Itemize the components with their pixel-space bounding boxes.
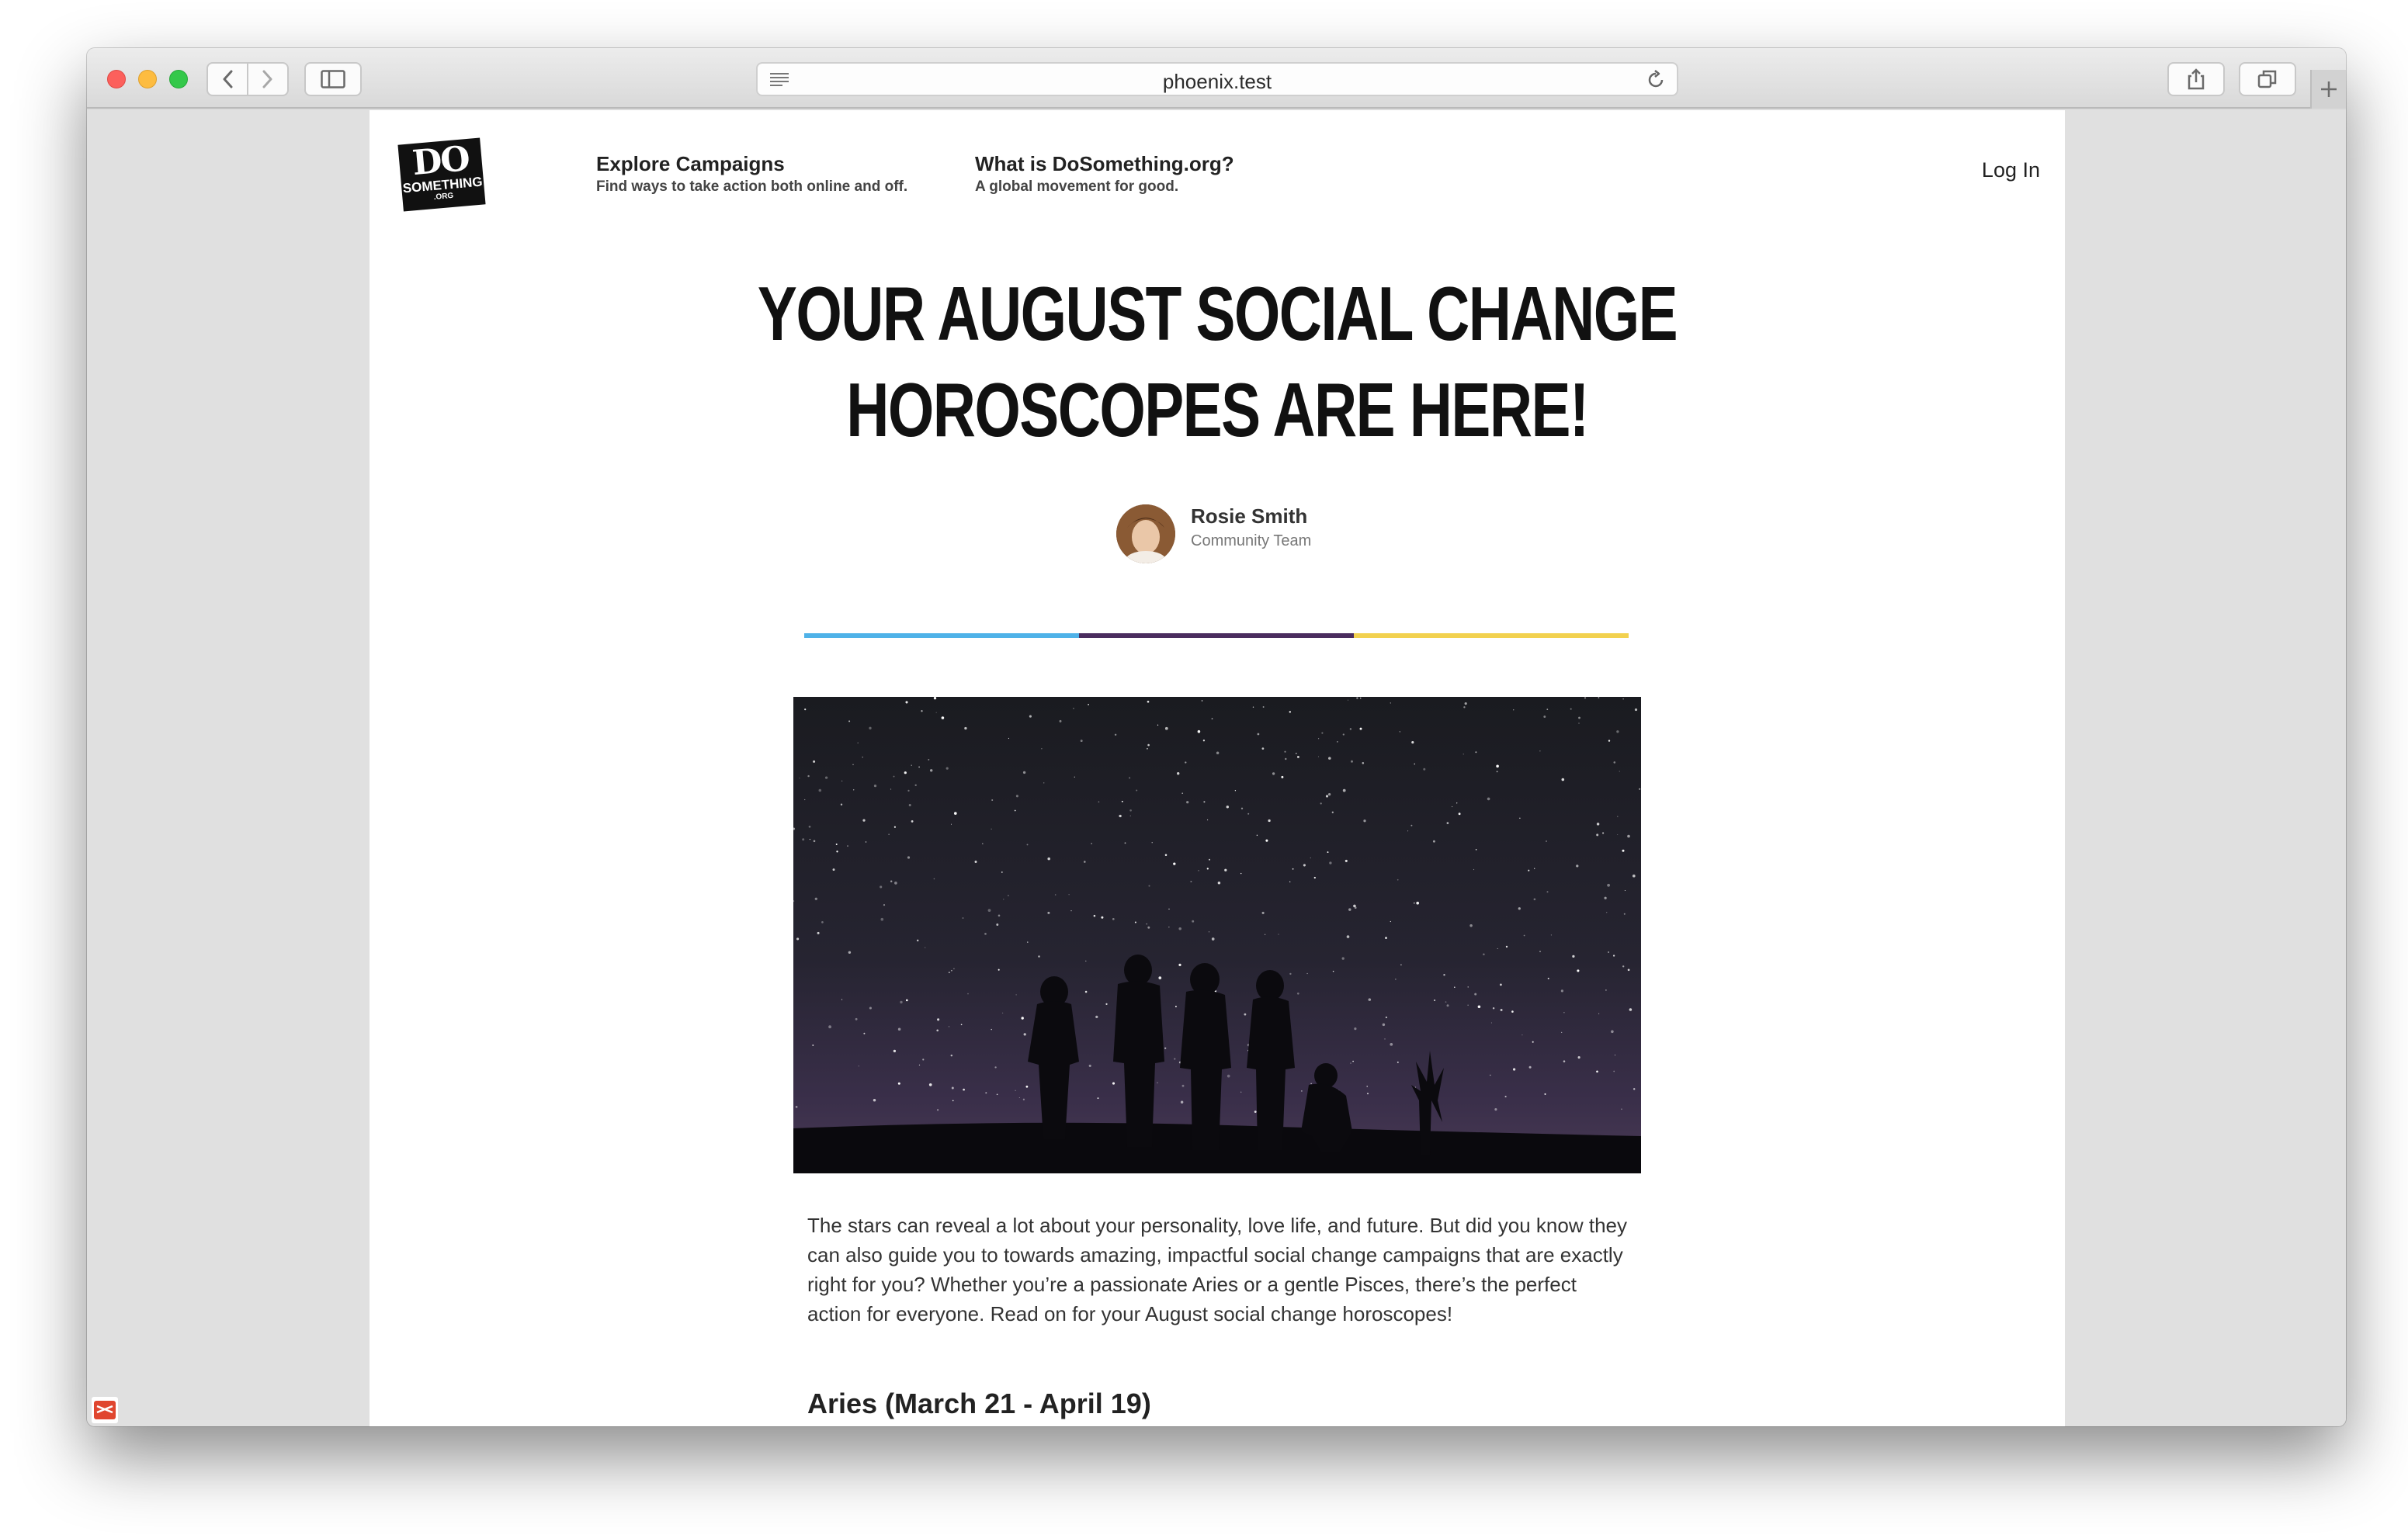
title-bar: phoenix.test xyxy=(87,48,2346,109)
article-title-line-2: HOROSCOPES ARE HERE! xyxy=(846,367,1589,452)
section-heading-aries: Aries (March 21 - April 19) xyxy=(807,1388,1151,1419)
new-tab-button[interactable] xyxy=(2310,70,2346,109)
divider-segment-blue xyxy=(804,633,1079,638)
article-title-line-1: YOUR AUGUST SOCIAL CHANGE xyxy=(757,271,1678,356)
back-button[interactable] xyxy=(208,64,247,95)
nav-what-subtitle: A global movement for good. xyxy=(975,178,1179,195)
dosomething-logo[interactable]: DO SOMETHING .ORG xyxy=(397,137,486,212)
reload-icon[interactable] xyxy=(1646,70,1666,90)
maximize-window-button[interactable] xyxy=(169,70,188,88)
author-name[interactable]: Rosie Smith xyxy=(1191,504,1307,528)
nav-explore-campaigns[interactable]: Explore Campaigns Find ways to take acti… xyxy=(596,151,907,197)
minimize-window-button[interactable] xyxy=(138,70,157,88)
extension-badge[interactable] xyxy=(92,1397,118,1423)
nav-explore-title: Explore Campaigns xyxy=(596,152,785,175)
url-text: phoenix.test xyxy=(1162,70,1272,93)
sidebar-icon xyxy=(321,70,345,88)
close-window-button[interactable] xyxy=(107,70,126,88)
login-link[interactable]: Log In xyxy=(1982,158,2040,182)
plus-icon xyxy=(2321,81,2337,97)
forward-icon xyxy=(262,70,272,88)
nav-explore-subtitle: Find ways to take action both online and… xyxy=(596,178,908,195)
divider-segment-purple xyxy=(1079,633,1354,638)
page-viewport: DO SOMETHING .ORG Explore Campaigns Find… xyxy=(87,110,2346,1426)
tabs-icon xyxy=(2257,70,2277,88)
browser-window: phoenix.test DO SOMETHING .ORG Explore C… xyxy=(87,48,2346,1426)
nav-what-title: What is DoSomething.org? xyxy=(975,152,1234,175)
author-avatar xyxy=(1116,504,1175,563)
back-icon xyxy=(223,70,233,88)
divider-segment-yellow xyxy=(1354,633,1629,638)
extension-icon xyxy=(94,1401,116,1419)
show-tabs-button[interactable] xyxy=(2239,62,2296,96)
share-icon xyxy=(2188,68,2205,90)
sidebar-toggle-button[interactable] xyxy=(304,62,362,96)
hero-image-starry-night-silhouettes xyxy=(793,697,1641,1173)
share-button[interactable] xyxy=(2167,62,2225,96)
article-intro: The stars can reveal a lot about your pe… xyxy=(807,1214,1627,1325)
article-title: YOUR AUGUST SOCIAL CHANGE HOROSCOPES ARE… xyxy=(556,265,1879,458)
nav-what-is-dosomething[interactable]: What is DoSomething.org? A global moveme… xyxy=(975,151,1234,197)
web-page: DO SOMETHING .ORG Explore Campaigns Find… xyxy=(370,110,2065,1426)
forward-button[interactable] xyxy=(248,64,287,95)
author-role: Community Team xyxy=(1191,532,1312,549)
history-nav-group xyxy=(206,62,289,96)
address-bar[interactable]: phoenix.test xyxy=(756,62,1678,96)
